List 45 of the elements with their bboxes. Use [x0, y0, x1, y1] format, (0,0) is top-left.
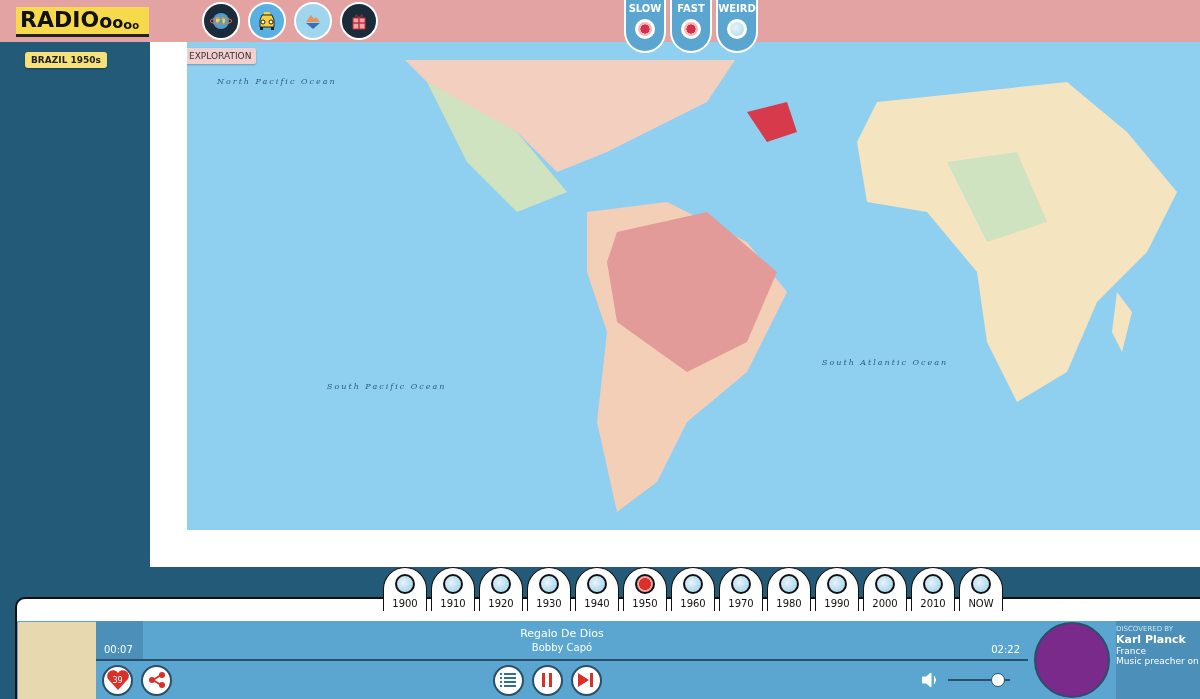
- elapsed-time: 00:07: [103, 644, 134, 657]
- taxi-button[interactable]: [248, 2, 286, 40]
- decade-tab[interactable]: 1970: [719, 567, 763, 611]
- gift-button[interactable]: [340, 2, 378, 40]
- world-map[interactable]: EXPLORATION North Pacific Ocean South Pacific Ocean South Atlantic Ocean: [187, 42, 1200, 530]
- decade-tab[interactable]: 2010: [911, 567, 955, 611]
- duration-time: 02:22: [990, 644, 1021, 657]
- playlist-button[interactable]: [492, 664, 524, 696]
- taxi-icon: [256, 10, 278, 32]
- decade-tab[interactable]: 1920: [479, 567, 523, 611]
- heart-icon: [105, 669, 130, 691]
- share-icon: [147, 671, 166, 689]
- ocean-label: North Pacific Ocean: [217, 77, 337, 86]
- decade-tab[interactable]: 2000: [863, 567, 907, 611]
- pause-icon: [541, 673, 553, 687]
- track-title: Regalo De Dios: [520, 627, 604, 640]
- next-button[interactable]: [570, 664, 602, 696]
- ocean-label: South Pacific Ocean: [327, 382, 447, 391]
- globe-icon: [210, 10, 232, 32]
- decade-tab[interactable]: 1960: [671, 567, 715, 611]
- decade-tab[interactable]: 1950: [623, 567, 667, 611]
- like-button[interactable]: 39: [102, 664, 133, 696]
- decade-tab[interactable]: 1900: [383, 567, 427, 611]
- decade-tab[interactable]: 1980: [767, 567, 811, 611]
- decade-tab[interactable]: 1910: [431, 567, 475, 611]
- discoverer-country: France: [1116, 646, 1147, 656]
- skip-icon: [578, 673, 594, 687]
- ocean-label: South Atlantic Ocean: [822, 358, 949, 367]
- decade-tab[interactable]: 1990: [815, 567, 859, 611]
- pause-button[interactable]: [531, 664, 563, 696]
- globe-button[interactable]: [202, 2, 240, 40]
- list-icon: [500, 673, 516, 687]
- like-count: 39: [112, 675, 123, 685]
- discoverer-bio: Music preacher on: [1116, 656, 1200, 666]
- island-button[interactable]: [294, 2, 332, 40]
- progress-bar[interactable]: 00:07 Regalo De Dios Bobby Capó 02:22: [96, 621, 1028, 661]
- decade-tab[interactable]: 1930: [527, 567, 571, 611]
- mode-tag: EXPLORATION: [187, 48, 257, 64]
- decade-tab[interactable]: 1940: [575, 567, 619, 611]
- track-artist: Bobby Capó: [531, 642, 593, 653]
- discoverer-name[interactable]: Karl Planck: [1116, 633, 1200, 646]
- volume-thumb[interactable]: [991, 673, 1006, 687]
- country-decade-badge: BRAZIL 1950s: [25, 52, 107, 68]
- decade-tab[interactable]: NOW: [959, 567, 1003, 611]
- share-button[interactable]: [141, 664, 172, 696]
